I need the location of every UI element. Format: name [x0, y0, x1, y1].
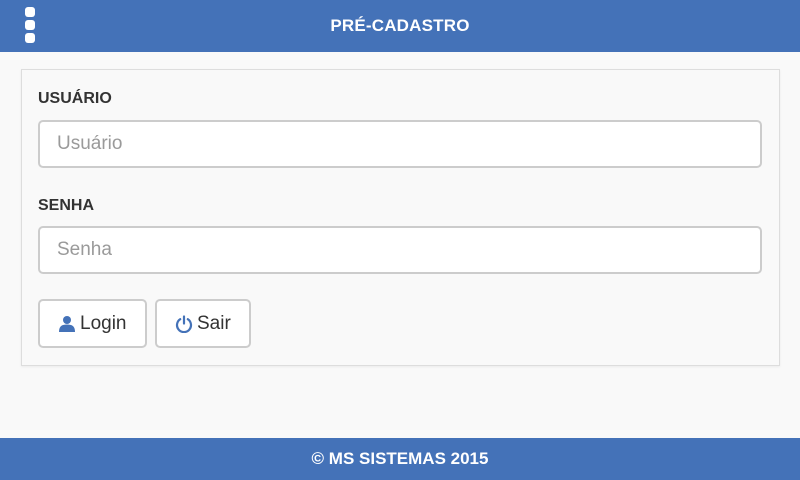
login-button[interactable]: Login	[38, 299, 147, 348]
app-footer: © MS SISTEMAS 2015	[0, 438, 800, 480]
page-title: PRÉ-CADASTRO	[330, 16, 470, 35]
footer-copyright: © MS SISTEMAS 2015	[311, 449, 489, 468]
user-icon	[58, 315, 76, 333]
power-icon	[175, 314, 193, 333]
username-input[interactable]	[38, 120, 762, 168]
app-header: PRÉ-CADASTRO	[0, 0, 800, 52]
exit-button-label: Sair	[197, 312, 231, 334]
login-button-label: Login	[80, 312, 127, 334]
username-label: USUÁRIO	[38, 90, 112, 107]
password-label: SENHA	[38, 197, 95, 214]
login-panel: USUÁRIO SENHA Login Sair	[21, 69, 780, 366]
password-input[interactable]	[38, 226, 762, 274]
exit-button[interactable]: Sair	[155, 299, 251, 348]
